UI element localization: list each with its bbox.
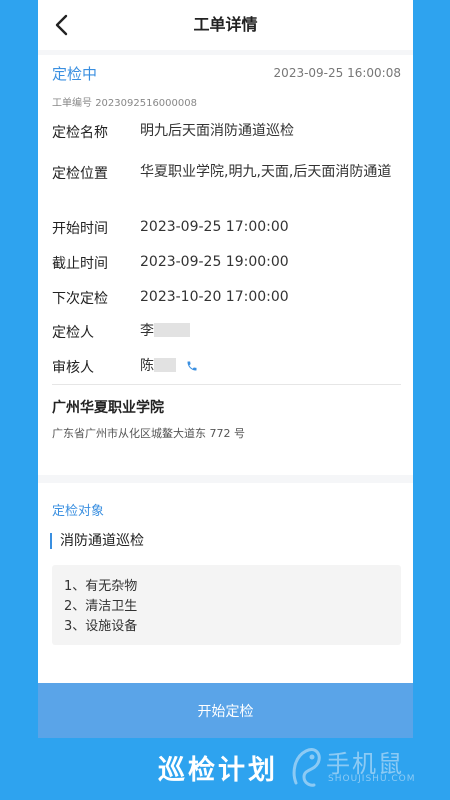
- order-number: 工单编号 2023092516000008: [52, 94, 197, 109]
- order-detail-card: 定检中 2023-09-25 16:00:08 工单编号 20230925160…: [38, 55, 413, 475]
- organization-address: 广东省广州市从化区城鳌大道东 772 号: [52, 427, 245, 440]
- field-row-inspector: 定检人 李: [52, 322, 401, 342]
- field-value: 陈: [140, 357, 401, 377]
- redacted-name: [154, 358, 176, 372]
- back-button[interactable]: [46, 9, 78, 41]
- inspection-notes: 1、有无杂物 2、清洁卫生 3、设施设备: [52, 565, 401, 645]
- field-label: 开始时间: [52, 221, 108, 237]
- watermark: 手机鼠 SHOUJISHU.COM: [290, 738, 440, 794]
- divider: [52, 384, 401, 385]
- watermark-url: SHOUJISHU.COM: [328, 774, 416, 784]
- field-label: 定检名称: [52, 125, 108, 141]
- field-value: 华夏职业学院,明九,天面,后天面消防通道: [140, 164, 392, 180]
- field-label: 下次定检: [52, 291, 108, 307]
- field-row-location: 定检位置 华夏职业学院,明九,天面,后天面消防通道: [52, 163, 401, 203]
- status-text: 定检中: [52, 65, 98, 83]
- field-label: 审核人: [52, 360, 94, 376]
- note-item: 1、有无杂物: [64, 579, 138, 594]
- order-number-label: 工单编号: [52, 98, 92, 109]
- inspection-item-title: 消防通道巡检: [50, 533, 144, 549]
- field-row-end-time: 截止时间 2023-09-25 19:00:00: [52, 253, 401, 273]
- promo-caption: 巡检计划: [158, 755, 278, 786]
- nav-header: 工单详情: [38, 0, 413, 50]
- phone-icon: [187, 361, 197, 371]
- field-value: 2023-09-25 19:00:00: [140, 254, 289, 270]
- section-title: 定检对象: [52, 504, 105, 519]
- inspector-name: 李: [140, 323, 154, 339]
- organization-name: 广州华夏职业学院: [52, 400, 164, 416]
- field-value: 2023-09-25 17:00:00: [140, 219, 289, 235]
- mouse-logo-icon: [292, 748, 321, 787]
- order-number-value: 2023092516000008: [95, 98, 197, 109]
- field-row-start-time: 开始时间 2023-09-25 17:00:00: [52, 218, 401, 238]
- created-time: 2023-09-25 16:00:08: [273, 66, 401, 80]
- field-value: 明九后天面消防通道巡检: [140, 123, 294, 139]
- field-row-name: 定检名称 明九后天面消防通道巡检: [52, 122, 401, 142]
- field-label: 截止时间: [52, 256, 108, 272]
- call-reviewer-button[interactable]: [186, 359, 198, 377]
- note-item: 2、清洁卫生: [64, 599, 138, 614]
- field-value: 李: [140, 322, 401, 340]
- start-inspection-button[interactable]: 开始定检: [38, 683, 413, 738]
- redacted-name: [154, 323, 190, 337]
- inspection-target-card: 定检对象 消防通道巡检 1、有无杂物 2、清洁卫生 3、设施设备: [38, 483, 413, 683]
- field-value: 2023-10-20 17:00:00: [140, 289, 289, 305]
- field-row-next-check: 下次定检 2023-10-20 17:00:00: [52, 288, 401, 308]
- chevron-left-icon: [55, 14, 68, 36]
- field-label: 定检人: [52, 325, 94, 341]
- note-item: 3、设施设备: [64, 619, 138, 634]
- reviewer-name: 陈: [140, 358, 154, 374]
- field-row-reviewer: 审核人 陈: [52, 357, 401, 377]
- field-label: 定检位置: [52, 166, 108, 182]
- app-screen: 工单详情 定检中 2023-09-25 16:00:08 工单编号 202309…: [38, 0, 413, 738]
- page-title: 工单详情: [193, 15, 258, 34]
